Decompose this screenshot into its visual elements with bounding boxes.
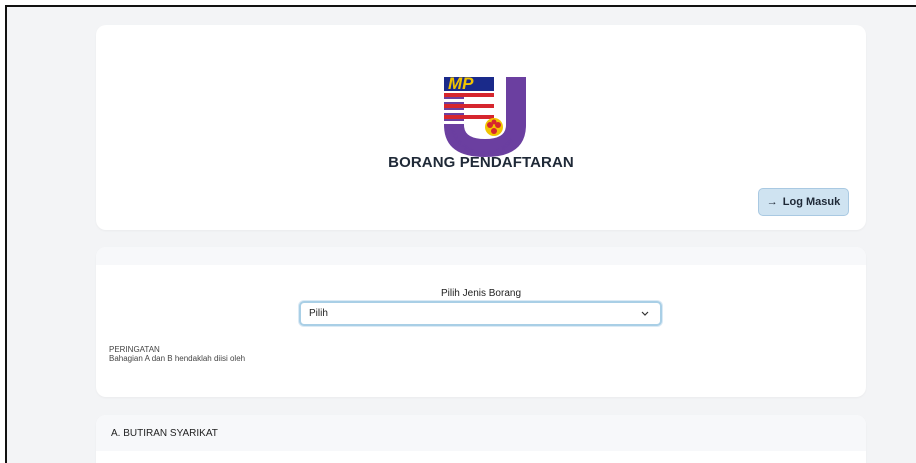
logo-text: MP <box>448 74 474 93</box>
login-button[interactable]: → Log Masuk <box>758 188 849 216</box>
page-title: BORANG PENDAFTARAN <box>388 154 574 171</box>
warning-notice: PERINGATAN Bahagian A dan B hendaklah di… <box>109 345 245 363</box>
warning-text: Bahagian A dan B hendaklah diisi oleh <box>109 354 246 363</box>
warning-title: PERINGATAN <box>109 345 160 354</box>
page-frame: MP MAJLIS PERBANDARAN JASIN BORANG PENDA… <box>5 5 916 463</box>
form-type-select[interactable]: Pilih <box>299 301 662 326</box>
form-type-select-value: Pilih <box>309 308 328 319</box>
arrow-right-icon: → <box>766 196 778 208</box>
section-a-header: A. BUTIRAN SYARIKAT <box>96 415 866 451</box>
header-card: MP MAJLIS PERBANDARAN JASIN BORANG PENDA… <box>96 25 866 230</box>
section-a-title: A. BUTIRAN SYARIKAT <box>111 428 218 439</box>
card-top-strip <box>96 247 866 265</box>
council-logo: MP MAJLIS PERBANDARAN JASIN <box>444 74 526 157</box>
login-label: Log Masuk <box>782 196 841 208</box>
form-type-label: Pilih Jenis Borang <box>440 288 522 299</box>
chevron-down-icon <box>641 311 649 316</box>
section-a-card: A. BUTIRAN SYARIKAT <box>96 415 866 463</box>
form-type-card: Pilih Jenis Borang Pilih PERINGATAN Baha… <box>96 247 866 397</box>
